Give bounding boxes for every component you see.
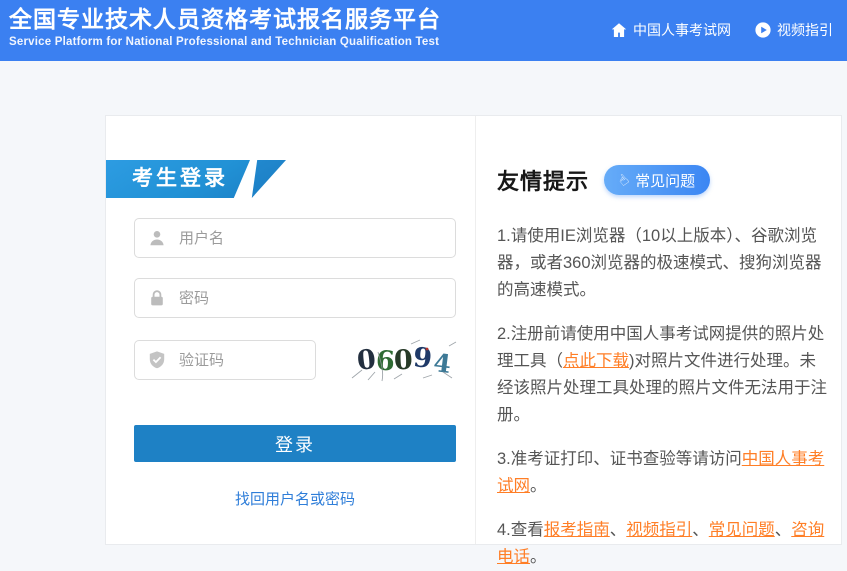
- captcha-digit: 0: [355, 346, 377, 375]
- header: 全国专业技术人员资格考试报名服务平台 Service Platform for …: [0, 0, 847, 61]
- tip-item: 3.准考证打印、证书查验等请访问中国人事考试网。: [497, 446, 831, 500]
- tip-link[interactable]: 点此下载: [563, 352, 629, 370]
- tip-item: 1.请使用IE浏览器（10以上版本）、谷歌浏览器，或者360浏览器的极速模式、搜…: [497, 223, 831, 304]
- captcha-digit: 0: [394, 346, 414, 374]
- forgot-row: 找回用户名或密码: [134, 488, 456, 509]
- tip-text: 、: [775, 521, 792, 539]
- password-field: [134, 278, 456, 318]
- pointing-hand-icon: ☝: [615, 171, 632, 188]
- faq-button[interactable]: ☝ 常见问题: [604, 165, 710, 195]
- login-panel-banner: 考生登录: [106, 160, 286, 198]
- shield-check-icon: [147, 350, 167, 370]
- login-panel-title: 考生登录: [132, 160, 228, 198]
- login-panel: 考生登录 06094: [106, 116, 476, 544]
- header-branding: 全国专业技术人员资格考试报名服务平台 Service Platform for …: [9, 0, 441, 48]
- tip-text: 。: [530, 477, 547, 495]
- tip-text: 、: [692, 521, 709, 539]
- lock-icon: [147, 288, 167, 308]
- page-subtitle: Service Platform for National Profession…: [9, 36, 441, 48]
- captcha-field: [134, 340, 316, 380]
- tips-header: 友情提示 ☝ 常见问题: [497, 164, 831, 196]
- tip-item: 4.查看报考指南、视频指引、常见问题、咨询电话。: [497, 517, 831, 571]
- tip-link[interactable]: 常见问题: [709, 521, 775, 539]
- header-nav: 中国人事考试网 视频指引: [611, 0, 833, 40]
- tip-text: 3.准考证打印、证书查验等请访问: [497, 450, 742, 468]
- username-input[interactable]: [134, 218, 456, 258]
- faq-button-label: 常见问题: [635, 170, 695, 191]
- username-field: [134, 218, 456, 258]
- main-card: 考生登录 06094: [105, 115, 842, 545]
- password-input[interactable]: [134, 278, 456, 318]
- captcha-digit: 4: [432, 350, 452, 377]
- page-title: 全国专业技术人员资格考试报名服务平台: [9, 5, 441, 33]
- play-circle-icon: [755, 22, 771, 38]
- nav-link-cpta-site[interactable]: 中国人事考试网: [611, 20, 731, 40]
- tip-text: 、: [610, 521, 627, 539]
- captcha-row: 06094: [106, 318, 475, 382]
- tips-panel: 友情提示 ☝ 常见问题 1.请使用IE浏览器（10以上版本）、谷歌浏览器，或者3…: [476, 116, 841, 544]
- captcha-digit: 9: [412, 344, 433, 373]
- forgot-link[interactable]: 找回用户名或密码: [235, 491, 355, 508]
- tip-text: 。: [530, 548, 547, 566]
- tip-text: 4.查看: [497, 521, 544, 539]
- nav-link-video-guide[interactable]: 视频指引: [755, 20, 833, 40]
- home-icon: [611, 22, 627, 38]
- captcha-digit: 6: [375, 347, 395, 375]
- captcha-image[interactable]: 06094: [348, 338, 460, 382]
- tips-title: 友情提示: [497, 164, 589, 196]
- captcha-digits: 06094: [357, 347, 452, 374]
- tip-link[interactable]: 视频指引: [626, 521, 692, 539]
- tip-text: 1.请使用IE浏览器（10以上版本）、谷歌浏览器，或者360浏览器的极速模式、搜…: [497, 227, 822, 299]
- tips-list: 1.请使用IE浏览器（10以上版本）、谷歌浏览器，或者360浏览器的极速模式、搜…: [497, 223, 831, 571]
- nav-link-label: 视频指引: [777, 20, 833, 40]
- tip-item: 2.注册前请使用中国人事考试网提供的照片处理工具（点此下载)对照片文件进行处理。…: [497, 321, 831, 429]
- tip-link[interactable]: 报考指南: [544, 521, 610, 539]
- login-button[interactable]: 登录: [134, 425, 456, 462]
- user-icon: [147, 228, 167, 248]
- nav-link-label: 中国人事考试网: [633, 20, 731, 40]
